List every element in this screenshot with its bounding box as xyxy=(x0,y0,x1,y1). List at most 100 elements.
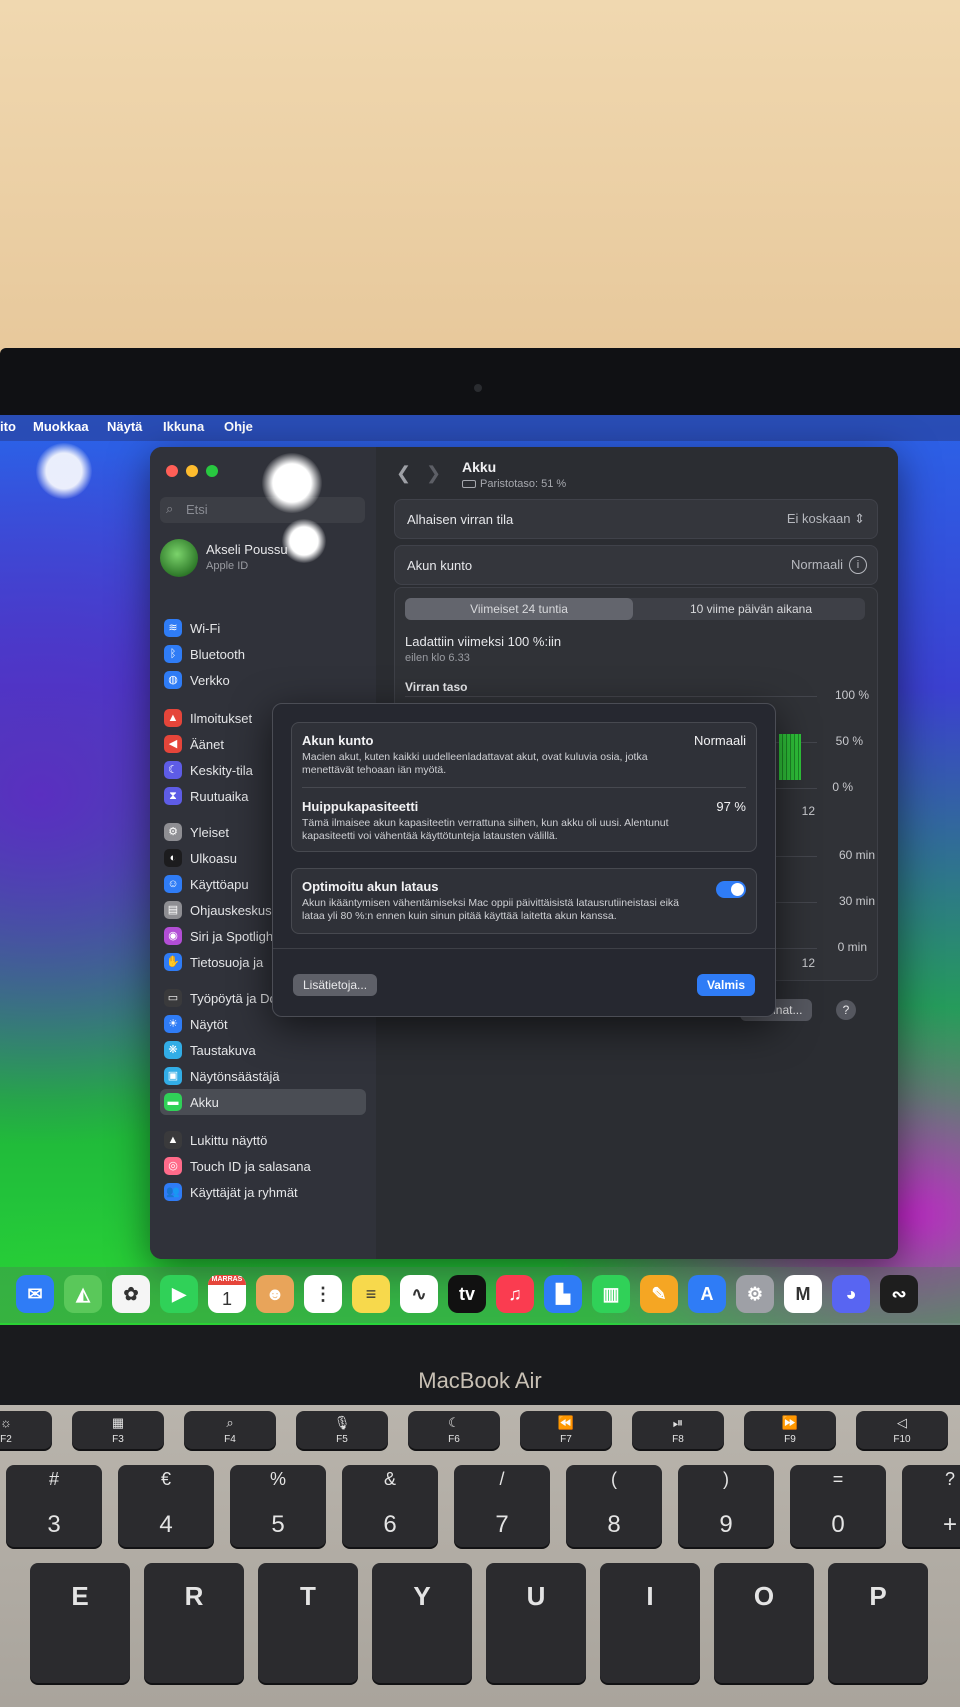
calendar-icon[interactable]: MARRAS 1 xyxy=(208,1275,246,1313)
sidebar-item-label: Ohjauskeskus xyxy=(190,903,272,918)
key-icon: ▦ xyxy=(111,1415,125,1430)
number-key[interactable]: & 6 xyxy=(342,1465,438,1547)
function-key[interactable]: ⏯ F8 xyxy=(632,1411,724,1449)
sidebar-item-wallpaper[interactable]: ❋ Taustakuva xyxy=(160,1037,366,1063)
low-power-label: Alhaisen virran tila xyxy=(407,512,514,527)
music-icon[interactable]: ♫ xyxy=(496,1275,534,1313)
number-key[interactable]: /7 xyxy=(454,1465,550,1547)
app-icon[interactable]: ∾ xyxy=(880,1275,918,1313)
function-key[interactable]: ▦ F3 xyxy=(72,1411,164,1449)
menu-window[interactable]: Ikkuna xyxy=(163,419,204,434)
wallpaper-icon: ❋ xyxy=(164,1041,182,1059)
battery-health-row[interactable]: Akun kunto Normaali i xyxy=(394,545,878,585)
function-key[interactable]: ☼ F2 xyxy=(0,1411,52,1449)
tab-last-24-hours[interactable]: Viimeiset 24 tuntia xyxy=(405,598,633,620)
function-key[interactable]: ⏩ F9 xyxy=(744,1411,836,1449)
minimize-button[interactable] xyxy=(186,465,198,477)
letter-key[interactable]: U xyxy=(486,1563,586,1683)
menu-edit[interactable]: Muokkaa xyxy=(33,419,89,434)
y-axis-tick-100: 100 % xyxy=(834,688,869,702)
menu-view[interactable]: Näytä xyxy=(107,419,142,434)
number-key[interactable]: % 5 xyxy=(230,1465,326,1547)
back-button[interactable]: ❮ xyxy=(396,463,411,484)
maps-icon[interactable]: ◭ xyxy=(64,1275,102,1313)
letter-key[interactable]: O xyxy=(714,1563,814,1683)
key-shift-label: € xyxy=(160,1469,171,1489)
battery-level-section-title: Virran taso xyxy=(405,680,468,694)
capacity-value: 97 % xyxy=(716,799,746,814)
low-power-mode-row[interactable]: Alhaisen virran tila Ei koskaan ⇕ xyxy=(394,499,878,539)
sidebar-item-users[interactable]: 👥 Käyttäjät ja ryhmät xyxy=(160,1179,366,1205)
number-key[interactable]: €4 xyxy=(118,1465,214,1547)
optimized-title: Optimoitu akun lataus xyxy=(302,879,439,894)
key-label: F10 xyxy=(893,1434,911,1445)
display-icon: ☀ xyxy=(164,1015,182,1033)
keynote-icon[interactable]: ▙ xyxy=(544,1275,582,1313)
time-range-segmented-control[interactable]: Viimeiset 24 tuntia 10 viime päivän aika… xyxy=(405,598,865,620)
reminders-icon[interactable]: ⋮ xyxy=(304,1275,342,1313)
sidebar-item-label: Ulkoasu xyxy=(190,851,237,866)
function-key[interactable]: 🎙 F5 xyxy=(296,1411,388,1449)
info-icon[interactable]: i xyxy=(849,556,867,574)
number-key[interactable]: #3 xyxy=(6,1465,102,1547)
letter-key[interactable]: T xyxy=(258,1563,358,1683)
freeform-icon[interactable]: ∿ xyxy=(400,1275,438,1313)
number-key[interactable]: (8 xyxy=(566,1465,662,1547)
function-key[interactable]: ☾ F6 xyxy=(408,1411,500,1449)
facetime-icon[interactable]: ▶ xyxy=(160,1275,198,1313)
low-power-select[interactable]: Ei koskaan ⇕ xyxy=(787,511,865,527)
sidebar-item-battery[interactable]: ▬ Akku xyxy=(160,1089,366,1115)
appletv-icon[interactable]: tv xyxy=(448,1275,486,1313)
photos-icon[interactable]: ✿ xyxy=(112,1275,150,1313)
done-button[interactable]: Valmis xyxy=(696,974,755,996)
contacts-icon[interactable]: ☻ xyxy=(256,1275,294,1313)
letter-key[interactable]: R xyxy=(144,1563,244,1683)
notes-icon[interactable]: ≡ xyxy=(352,1275,390,1313)
letter-key[interactable]: E xyxy=(30,1563,130,1683)
search-field[interactable]: ⌕ Etsi xyxy=(160,497,365,523)
sidebar-item-globe[interactable]: ◍ Verkko xyxy=(160,667,366,693)
appstore-icon[interactable]: A xyxy=(688,1275,726,1313)
music-glyph: ♫ xyxy=(508,1284,522,1304)
sidebar-item-label: Bluetooth xyxy=(190,647,245,662)
tab-last-10-days[interactable]: 10 viime päivän aikana xyxy=(637,598,865,620)
optimized-charging-toggle[interactable] xyxy=(716,881,746,898)
number-key[interactable]: = 0 xyxy=(790,1465,886,1547)
sidebar-item-lock-screen[interactable]: ▲ Lukittu näyttö xyxy=(160,1127,366,1153)
letter-key[interactable]: P xyxy=(828,1563,928,1683)
battery-icon: ▬ xyxy=(164,1093,182,1111)
number-key[interactable]: ? + xyxy=(902,1465,960,1547)
system-settings-icon[interactable]: ⚙ xyxy=(736,1275,774,1313)
forward-button[interactable]: ❯ xyxy=(426,463,441,484)
key-icon: ☾ xyxy=(448,1415,460,1430)
number-key[interactable]: ) 9 xyxy=(678,1465,774,1547)
more-info-button[interactable]: Lisätietoja... xyxy=(293,974,378,996)
menu-help[interactable]: Ohje xyxy=(224,419,253,434)
search-placeholder: Etsi xyxy=(186,502,208,517)
sidebar-item-screensaver[interactable]: ▣ Näytönsäästäjä xyxy=(160,1063,366,1089)
mail-icon[interactable]: ✉ xyxy=(16,1275,54,1313)
discord-icon[interactable]: ◕ xyxy=(832,1275,870,1313)
speaker-icon: ◀ xyxy=(164,735,182,753)
sidebar-item-bluetooth[interactable]: ᛒ Bluetooth xyxy=(160,641,366,667)
letter-key[interactable]: I xyxy=(600,1563,700,1683)
function-key[interactable]: ⌕ F4 xyxy=(184,1411,276,1449)
numbers-icon[interactable]: ▥ xyxy=(592,1275,630,1313)
help-button[interactable]: ? xyxy=(836,1000,856,1020)
camera-icon xyxy=(474,384,482,392)
function-key[interactable]: ◁ F10 xyxy=(856,1411,948,1449)
sidebar-item-label: Käyttäjät ja ryhmät xyxy=(190,1185,298,1200)
key-label: F5 xyxy=(336,1434,348,1445)
apple-id-profile[interactable]: Akseli Poussu Apple ID xyxy=(160,539,365,581)
mail-glyph: ✉ xyxy=(27,1284,43,1304)
gmail-icon[interactable]: M xyxy=(784,1275,822,1313)
wifi-icon: ≋ xyxy=(164,619,182,637)
close-button[interactable] xyxy=(166,465,178,477)
sidebar-item-wifi[interactable]: ≋ Wi-Fi xyxy=(160,615,366,641)
zoom-button[interactable] xyxy=(206,465,218,477)
letter-key[interactable]: Y xyxy=(372,1563,472,1683)
function-key[interactable]: ⏪ F7 xyxy=(520,1411,612,1449)
pages-icon[interactable]: ✎ xyxy=(640,1275,678,1313)
sidebar-item-fingerprint[interactable]: ◎ Touch ID ja salasana xyxy=(160,1153,366,1179)
menu-file[interactable]: ito xyxy=(0,419,16,434)
